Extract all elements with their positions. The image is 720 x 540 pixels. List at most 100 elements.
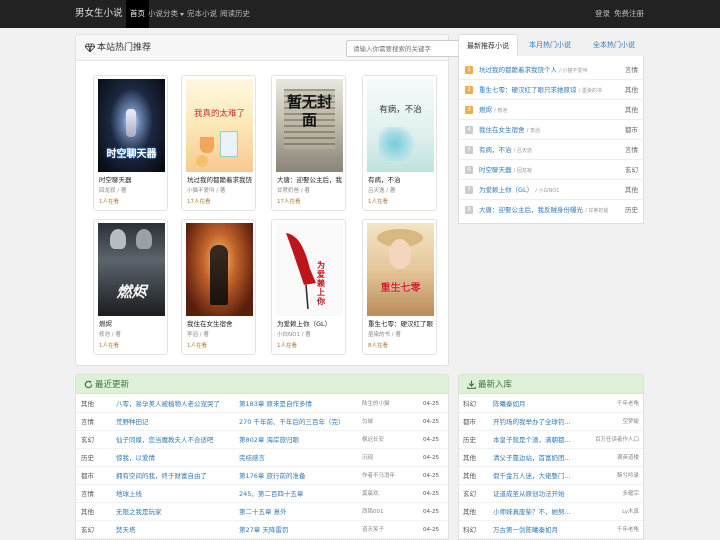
row-author: 道天笑子 <box>362 527 385 533</box>
row-book-link[interactable]: 无限之我是玩家 <box>116 503 234 521</box>
list-item[interactable]: 8 大唐：迎娶公主后，我反贼身份曝光 / 甘蔗奶爸 历史 <box>459 200 645 220</box>
row-category: 玄幻 <box>81 436 94 444</box>
rank-book-name: 重生七零：硬汉红了眼只求她原谅 <box>479 86 577 94</box>
site-brand[interactable]: 男女生小说 <box>75 0 123 28</box>
cover-figure <box>110 229 126 249</box>
tab-completed[interactable]: 全本热门小说 <box>584 34 644 56</box>
row-author: 百万任读者作人口 <box>594 437 639 443</box>
row-book-link[interactable]: 假千金万人迷，大佬整门... <box>493 467 583 485</box>
book-cover[interactable] <box>186 223 253 316</box>
list-item[interactable]: 4 我住在女生宿舍 / 李滔 都市 <box>459 120 645 140</box>
row-date: 04-25 <box>423 455 439 461</box>
row-book-link[interactable]: 本皇子就是个渣，满朝都... <box>493 431 583 449</box>
book-title[interactable]: 为爱赖上你（GL） <box>277 318 343 328</box>
rank-title[interactable]: 大唐：迎娶公主后，我反贼身份曝光 / 甘蔗奶爸 <box>479 200 608 221</box>
row-book-link[interactable]: 八零，易孕美人被植物人老公宠哭了 <box>116 395 234 413</box>
nav-categories[interactable]: 小说分类 <box>148 0 184 28</box>
rank-title[interactable]: 我住在女生宿舍 / 李滔 <box>479 120 540 141</box>
book-card[interactable]: 我住在女生宿舍 李滔 / 著 1人在看 <box>181 219 256 355</box>
row-book-link[interactable]: 荒野种田记 <box>116 413 234 431</box>
row-chapter-link[interactable]: 第176章 旅行前的准备 <box>239 467 357 485</box>
rank-number: 7 <box>465 186 473 194</box>
book-author: 回龙寂 / 著 <box>99 188 127 194</box>
book-card[interactable]: 我真的太难了 坑过我的都跪着求我饶 小猫不爱叫 / 著 17人在看 <box>181 75 256 211</box>
updates-title: 最近更新 <box>84 375 129 395</box>
row-category: 言情 <box>81 418 94 426</box>
row-book-link[interactable]: 拥有空间的我，终于财富自由了 <box>116 467 234 485</box>
book-cover[interactable]: 暂无封面 <box>276 79 343 172</box>
rank-title[interactable]: 时空聊天器 / 回龙寂 <box>479 160 532 181</box>
row-book-link[interactable]: 陈曦秦如月 <box>493 395 583 413</box>
cover-title: 暂无封面 <box>286 93 332 129</box>
newbooks-title: 最新入库 <box>467 375 512 395</box>
list-item[interactable]: 5 有病，不治 / 吕天逸 言情 <box>459 140 645 160</box>
row-book-link[interactable]: 惊我，以爱情 <box>116 449 234 467</box>
rank-book-name: 为爱赖上你（GL） <box>479 186 534 194</box>
row-book-link[interactable]: 开钓场的我举办了全球钓... <box>493 413 583 431</box>
newbooks-table: 科幻 陈曦秦如月 千年老龟 都市 开钓场的我举办了全球钓... 空梦峻 历史 本皇子就是个… <box>458 394 644 540</box>
row-book-link[interactable]: 焚天塔 <box>116 521 234 539</box>
list-item[interactable]: 2 重生七零：硬汉红了眼只求她原谅 / 墨染的书 其他 <box>459 80 645 100</box>
rank-title[interactable]: 重生七零：硬汉红了眼只求她原谅 / 墨染的书 <box>479 80 602 101</box>
row-author: 沉砚 <box>362 455 374 461</box>
login-link[interactable]: 登录 <box>595 0 610 28</box>
book-readers: 1人在看 <box>277 343 297 349</box>
book-card[interactable]: 燃烬 燃烬 桉池 / 著 1人在看 <box>93 219 168 355</box>
nav-completed[interactable]: 完本小说 <box>187 0 217 28</box>
row-author: 千年老龟 <box>616 527 639 533</box>
row-book-link[interactable]: 证道成圣从原创功法开始 <box>493 485 583 503</box>
hot-panel: 本站热门推荐 搜索 时空聊天器 时空聊天器 回龙寂 / 著 1人在看 我真的太难… <box>75 34 517 366</box>
row-chapter-link[interactable]: 245、第二百四十五章 <box>239 485 357 503</box>
book-cover[interactable]: 燃烬 <box>98 223 165 316</box>
table-row: 都市 开钓场的我举办了全球钓... 空梦峻 <box>459 413 643 431</box>
row-book-link[interactable]: 地球上线 <box>116 485 234 503</box>
book-title[interactable]: 大唐：迎娶公主后，我 <box>277 174 343 184</box>
row-chapter-link[interactable]: 270 千年前、千年后的三百年（完） <box>239 413 357 431</box>
tab-monthly[interactable]: 本月热门小说 <box>520 34 580 56</box>
book-cover[interactable]: 为爱赖上你 <box>276 223 343 316</box>
book-cover[interactable]: 重生七零 <box>367 223 434 316</box>
row-book-link[interactable]: 仙子同媒，您当魔教夫人不合适吧 <box>116 431 234 449</box>
row-book-link[interactable]: 小师妹真废柴？不，她努... <box>493 503 583 521</box>
row-category: 玄幻 <box>81 526 94 534</box>
book-card[interactable]: 为爱赖上你 为爱赖上你（GL） 小白NO1 / 著 1人在看 <box>271 219 346 355</box>
nav-home[interactable]: 首页 <box>126 0 149 28</box>
book-card[interactable]: 有病，不治 有病，不治 吕天逸 / 著 1人在看 <box>362 75 437 211</box>
table-row: 玄幻 仙子同媒，您当魔教夫人不合适吧 第802章 海岸旅归眼 枫迟长安 04-25 <box>76 431 448 449</box>
cover-figure <box>210 245 228 305</box>
row-chapter-link[interactable]: 第183章 原来是自作多情 <box>239 395 357 413</box>
rank-title[interactable]: 燃烬 / 桉池 <box>479 100 507 121</box>
book-title[interactable]: 时空聊天器 <box>99 174 165 184</box>
nav-history[interactable]: 阅读历史 <box>220 0 250 28</box>
list-item[interactable]: 1 坑过我的都跪着求我饶个人 / 小猫不爱叫 言情 <box>459 60 645 80</box>
download-icon <box>467 380 476 389</box>
list-item[interactable]: 3 燃烬 / 桉池 其他 <box>459 100 645 120</box>
rank-title[interactable]: 坑过我的都跪着求我饶个人 / 小猫不爱叫 <box>479 60 587 81</box>
book-cover[interactable]: 时空聊天器 <box>98 79 165 172</box>
book-title[interactable]: 我住在女生宿舍 <box>187 318 253 328</box>
tab-latest[interactable]: 最新推荐小说 <box>458 34 518 56</box>
register-link[interactable]: 免费注册 <box>614 0 644 28</box>
book-card[interactable]: 暂无封面 大唐：迎娶公主后，我 甘蔗奶爸 / 著 17人在看 <box>271 75 346 211</box>
row-book-link[interactable]: 万古第一剑陈曦秦如月 <box>493 521 583 539</box>
book-card[interactable]: 时空聊天器 时空聊天器 回龙寂 / 著 1人在看 <box>93 75 168 211</box>
list-item[interactable]: 7 为爱赖上你（GL） / 小白NO1 其他 <box>459 180 645 200</box>
row-chapter-link[interactable]: 第二十五章 意外 <box>239 503 357 521</box>
row-chapter-link[interactable]: 第802章 海岸旅归眼 <box>239 431 357 449</box>
book-title[interactable]: 坑过我的都跪着求我饶 <box>187 174 253 184</box>
book-cover[interactable]: 有病，不治 <box>367 79 434 172</box>
list-item[interactable]: 6 时空聊天器 / 回龙寂 玄幻 <box>459 160 645 180</box>
cover-title: 我真的太难了 <box>193 109 245 119</box>
book-cover[interactable]: 我真的太难了 <box>186 79 253 172</box>
book-title[interactable]: 重生七零：硬汉红了眼 <box>368 318 434 328</box>
row-book-link[interactable]: 清父子靠边站，首富奶团... <box>493 449 583 467</box>
book-title[interactable]: 有病，不治 <box>368 174 434 184</box>
rank-title[interactable]: 为爱赖上你（GL） / 小白NO1 <box>479 180 559 201</box>
book-card[interactable]: 重生七零 重生七零：硬汉红了眼 墨染的书 / 著 8人在看 <box>362 219 437 355</box>
row-chapter-link[interactable]: 第27章 天降雷罚 <box>239 521 357 539</box>
row-date: 04-25 <box>423 401 439 407</box>
book-title[interactable]: 燃烬 <box>99 318 165 328</box>
row-author: 酥兮吟录 <box>616 473 639 479</box>
rank-title[interactable]: 有病，不治 / 吕天逸 <box>479 140 532 161</box>
row-chapter-link[interactable]: 完结感言 <box>239 449 357 467</box>
